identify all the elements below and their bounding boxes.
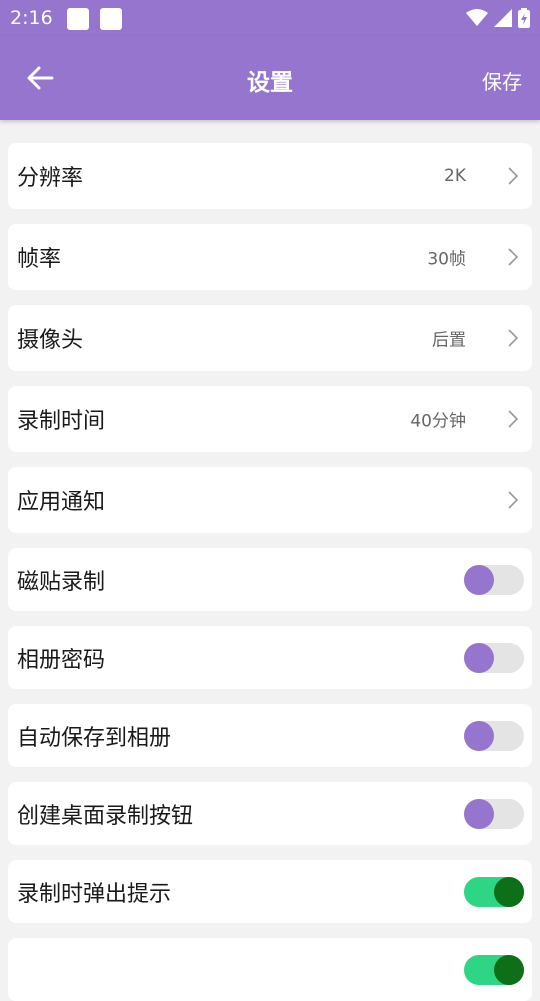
status-icons (466, 8, 530, 28)
setting-row-camera[interactable]: 摄像头 后置 (8, 305, 532, 371)
auto-save-toggle[interactable] (464, 720, 524, 751)
desktop-button-toggle[interactable] (464, 798, 524, 829)
chevron-right-icon (508, 410, 519, 428)
setting-row-tile-record: 磁贴录制 (8, 548, 532, 611)
page-title: 设置 (247, 70, 293, 96)
status-bar: 2:16 (0, 0, 540, 36)
chevron-right-icon (508, 248, 519, 266)
setting-value: 40分钟 (410, 411, 466, 432)
setting-label: 相册密码 (17, 647, 106, 673)
setting-value: 后置 (432, 330, 466, 351)
notification-icon (67, 8, 89, 30)
chevron-right-icon (508, 167, 519, 185)
setting-label: 录制时间 (17, 409, 106, 434)
cell-signal-icon (494, 9, 512, 27)
wifi-icon (466, 9, 488, 26)
app-bar: 设置 保存 (0, 36, 540, 120)
setting-row-frame-rate[interactable]: 帧率 30帧 (8, 224, 532, 290)
setting-value: 2K (444, 166, 466, 186)
chevron-right-icon (508, 491, 519, 509)
partial-toggle[interactable] (464, 954, 524, 985)
setting-label: 摄像头 (17, 328, 84, 353)
setting-row-auto-save: 自动保存到相册 (8, 704, 532, 767)
setting-label: 录制时弹出提示 (17, 881, 172, 907)
record-tip-toggle[interactable] (464, 876, 524, 907)
setting-label: 应用通知 (17, 490, 106, 515)
battery-icon (518, 8, 530, 28)
setting-label: 磁贴录制 (17, 569, 106, 595)
setting-label: 创建桌面录制按钮 (17, 803, 194, 829)
setting-row-record-time[interactable]: 录制时间 40分钟 (8, 386, 532, 452)
save-button[interactable]: 保存 (482, 66, 522, 95)
setting-row-app-notification[interactable]: 应用通知 (8, 467, 532, 533)
setting-label: 帧率 (17, 247, 62, 272)
setting-row-partial (8, 938, 532, 1001)
chevron-right-icon (508, 329, 519, 347)
setting-row-resolution[interactable]: 分辨率 2K (8, 143, 532, 209)
tile-record-toggle[interactable] (464, 564, 524, 595)
setting-label: 自动保存到相册 (17, 725, 172, 751)
setting-row-album-password: 相册密码 (8, 626, 532, 689)
setting-row-desktop-button: 创建桌面录制按钮 (8, 782, 532, 845)
notification-icon (100, 8, 122, 30)
album-password-toggle[interactable] (464, 642, 524, 673)
status-time: 2:16 (10, 7, 53, 29)
setting-label: 分辨率 (17, 166, 84, 191)
setting-value: 30帧 (427, 249, 466, 270)
setting-row-record-tip: 录制时弹出提示 (8, 860, 532, 923)
